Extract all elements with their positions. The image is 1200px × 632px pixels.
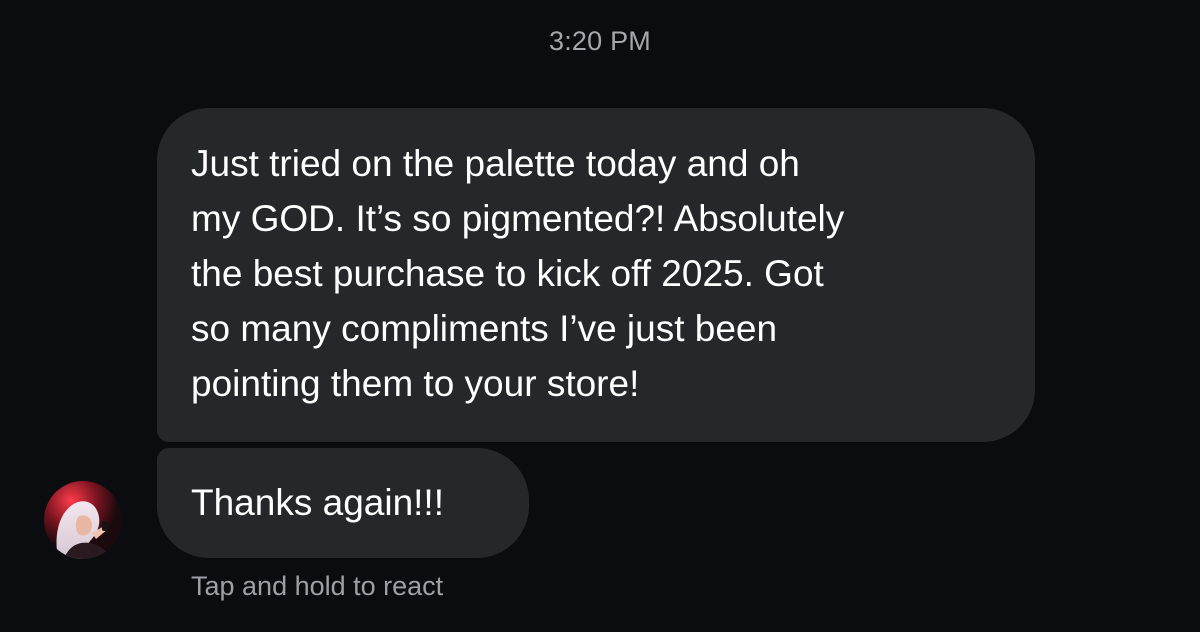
message-timestamp: 3:20 PM [549, 26, 651, 56]
sender-avatar[interactable] [44, 481, 122, 559]
message-bubble[interactable]: Thanks again!!! [157, 448, 529, 558]
message-bubble[interactable]: Just tried on the palette today and oh m… [157, 108, 1035, 442]
avatar-photo-icon [44, 481, 122, 559]
react-hint: Tap and hold to react [191, 571, 444, 601]
